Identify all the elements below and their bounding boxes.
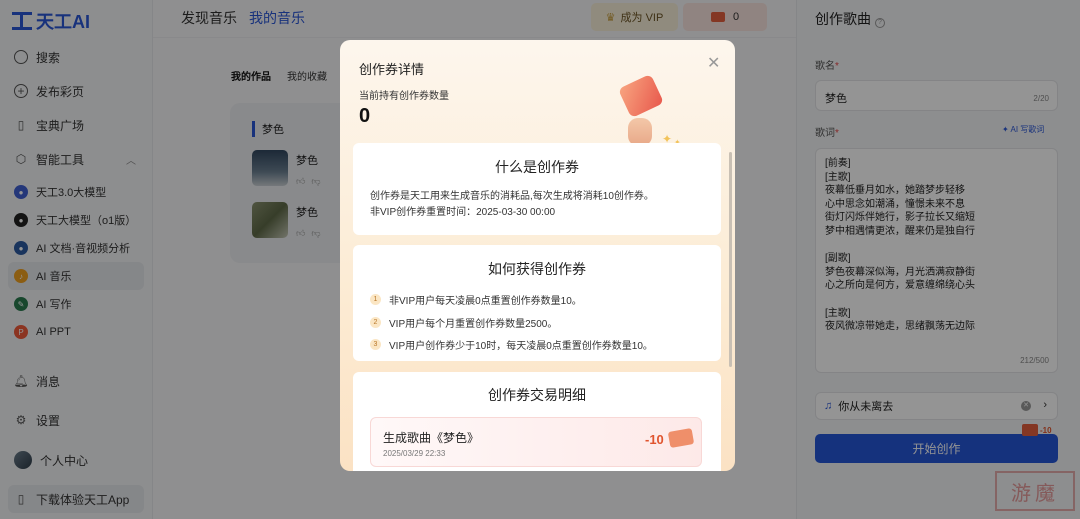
transaction-date: 2025/03/29 22:33 — [383, 449, 446, 458]
step-number: 2 — [370, 317, 381, 328]
ticket-details-modal: 创作券详情 ✕ 当前持有创作券数量 0 ✦ ✦ 什么是创作券 创作券是天工用来生… — [340, 40, 735, 471]
what-is-ticket-section: 什么是创作券 创作券是天工用来生成音乐的消耗品,每次生成将消耗10创作券。 非V… — [353, 143, 721, 235]
transaction-row: 生成歌曲《梦色》 2025/03/29 22:33 -10 — [370, 417, 702, 467]
list-item: 2 VIP用户每个月重置创作券数量2500。 — [370, 315, 557, 330]
list-text: VIP用户每个月重置创作券数量2500。 — [389, 319, 558, 330]
how-to-get-section: 如何获得创作券 1 非VIP用户每天凌晨0点重置创作券数量10。 2 VIP用户每个… — [353, 245, 721, 361]
step-number: 1 — [370, 294, 381, 305]
modal-scrollbar[interactable] — [729, 152, 732, 367]
transaction-amount: -10 — [645, 432, 664, 447]
modal-title: 创作券详情 — [359, 62, 425, 77]
holding-count: 0 — [359, 105, 371, 127]
list-text: VIP用户创作券少于10时，每天凌晨0点重置创作券数量10。 — [389, 341, 653, 352]
hand-illustration-icon — [628, 118, 652, 146]
ticket-icon — [667, 428, 695, 448]
list-item: 1 非VIP用户每天凌晨0点重置创作券数量10。 — [370, 292, 582, 307]
ticket-illustration-icon — [617, 73, 665, 119]
close-icon[interactable]: ✕ — [707, 53, 720, 73]
step-number: 3 — [370, 339, 381, 350]
section-text: 创作券是天工用来生成音乐的消耗品,每次生成将消耗10创作券。 — [370, 191, 654, 202]
transaction-name: 生成歌曲《梦色》 — [383, 431, 480, 445]
section-title: 如何获得创作券 — [488, 261, 586, 277]
section-title: 什么是创作券 — [495, 159, 579, 175]
section-text: 非VIP创作券重置时间：2025-03-30 00:00 — [370, 207, 556, 218]
holding-label: 当前持有创作券数量 — [359, 91, 449, 102]
list-text: 非VIP用户每天凌晨0点重置创作券数量10。 — [389, 296, 582, 307]
section-title: 创作券交易明细 — [488, 387, 586, 403]
list-item: 3 VIP用户创作券少于10时，每天凌晨0点重置创作券数量10。 — [370, 337, 653, 352]
